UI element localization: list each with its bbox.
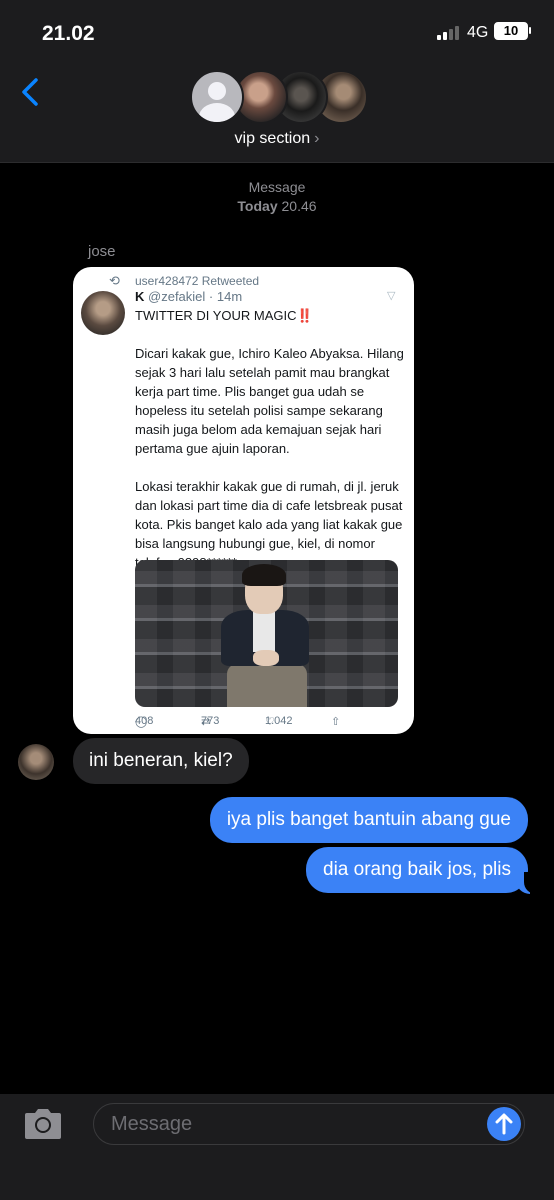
conversation-timestamp: Message Today 20.46: [0, 178, 554, 216]
camera-button[interactable]: [21, 1106, 65, 1142]
tweet-author-line: K @zefakiel · 14m: [135, 289, 243, 304]
reply-count: 408: [135, 715, 154, 727]
composer-bar: [0, 1094, 554, 1200]
group-avatars[interactable]: [190, 68, 370, 126]
battery-level: 10: [503, 23, 519, 38]
sender-name: jose: [88, 243, 116, 260]
message-input[interactable]: [93, 1103, 525, 1145]
tweet-handle: @zefakiel: [148, 289, 206, 304]
sender-avatar: [18, 744, 54, 780]
conversation-header: vip section ›: [0, 64, 554, 163]
day-label: Today: [237, 198, 278, 214]
group-name: vip section: [234, 130, 311, 147]
time-label: 20.46: [281, 198, 317, 214]
retweet-count: 773: [201, 715, 220, 727]
share-icon: ⇧: [331, 716, 341, 728]
incoming-message-bubble[interactable]: ini beneran, kiel?: [73, 738, 249, 784]
outgoing-message-bubble[interactable]: iya plis banget bantuin abang gue: [209, 797, 528, 843]
battery-icon: 10: [494, 22, 528, 40]
tweet-actions: ◯ 408 ⇄ 773 ♡ 1.042 ⇧: [135, 715, 405, 731]
back-button[interactable]: [14, 72, 50, 112]
send-button[interactable]: [487, 1107, 521, 1141]
chevron-right-icon: ›: [314, 130, 320, 147]
chevron-down-icon: ▽: [387, 290, 396, 302]
battery-tip: [529, 27, 531, 34]
tweet-photo: [135, 560, 398, 707]
default-avatar-icon: [190, 70, 244, 124]
tweet-author-name: K: [135, 289, 145, 304]
status-bar: 21.02 4G 10: [0, 0, 554, 64]
outgoing-message-bubble[interactable]: dia orang baik jos, plis: [306, 847, 528, 893]
back-chevron-icon: [22, 78, 38, 106]
status-time: 21.02: [42, 22, 95, 45]
service-label: Message: [248, 179, 306, 195]
tweet-text: TWITTER DI YOUR MAGIC‼️ Dicari kakak gue…: [135, 308, 404, 570]
tweet-author-avatar: [81, 291, 125, 335]
like-count: 1.042: [265, 715, 293, 727]
photo-person: [215, 564, 315, 707]
signal-strength-icon: [437, 26, 463, 40]
retweet-icon: ⟲: [109, 273, 120, 288]
retweet-label: user428472 Retweeted: [135, 274, 260, 288]
send-arrow-icon: [495, 1113, 513, 1135]
camera-icon: [25, 1109, 61, 1139]
tweet-image-attachment[interactable]: ⟲ user428472 Retweeted K @zefakiel · 14m…: [73, 267, 414, 734]
group-name-button[interactable]: vip section ›: [0, 130, 554, 148]
tweet-age: 14m: [216, 289, 243, 304]
network-type: 4G: [467, 24, 489, 41]
